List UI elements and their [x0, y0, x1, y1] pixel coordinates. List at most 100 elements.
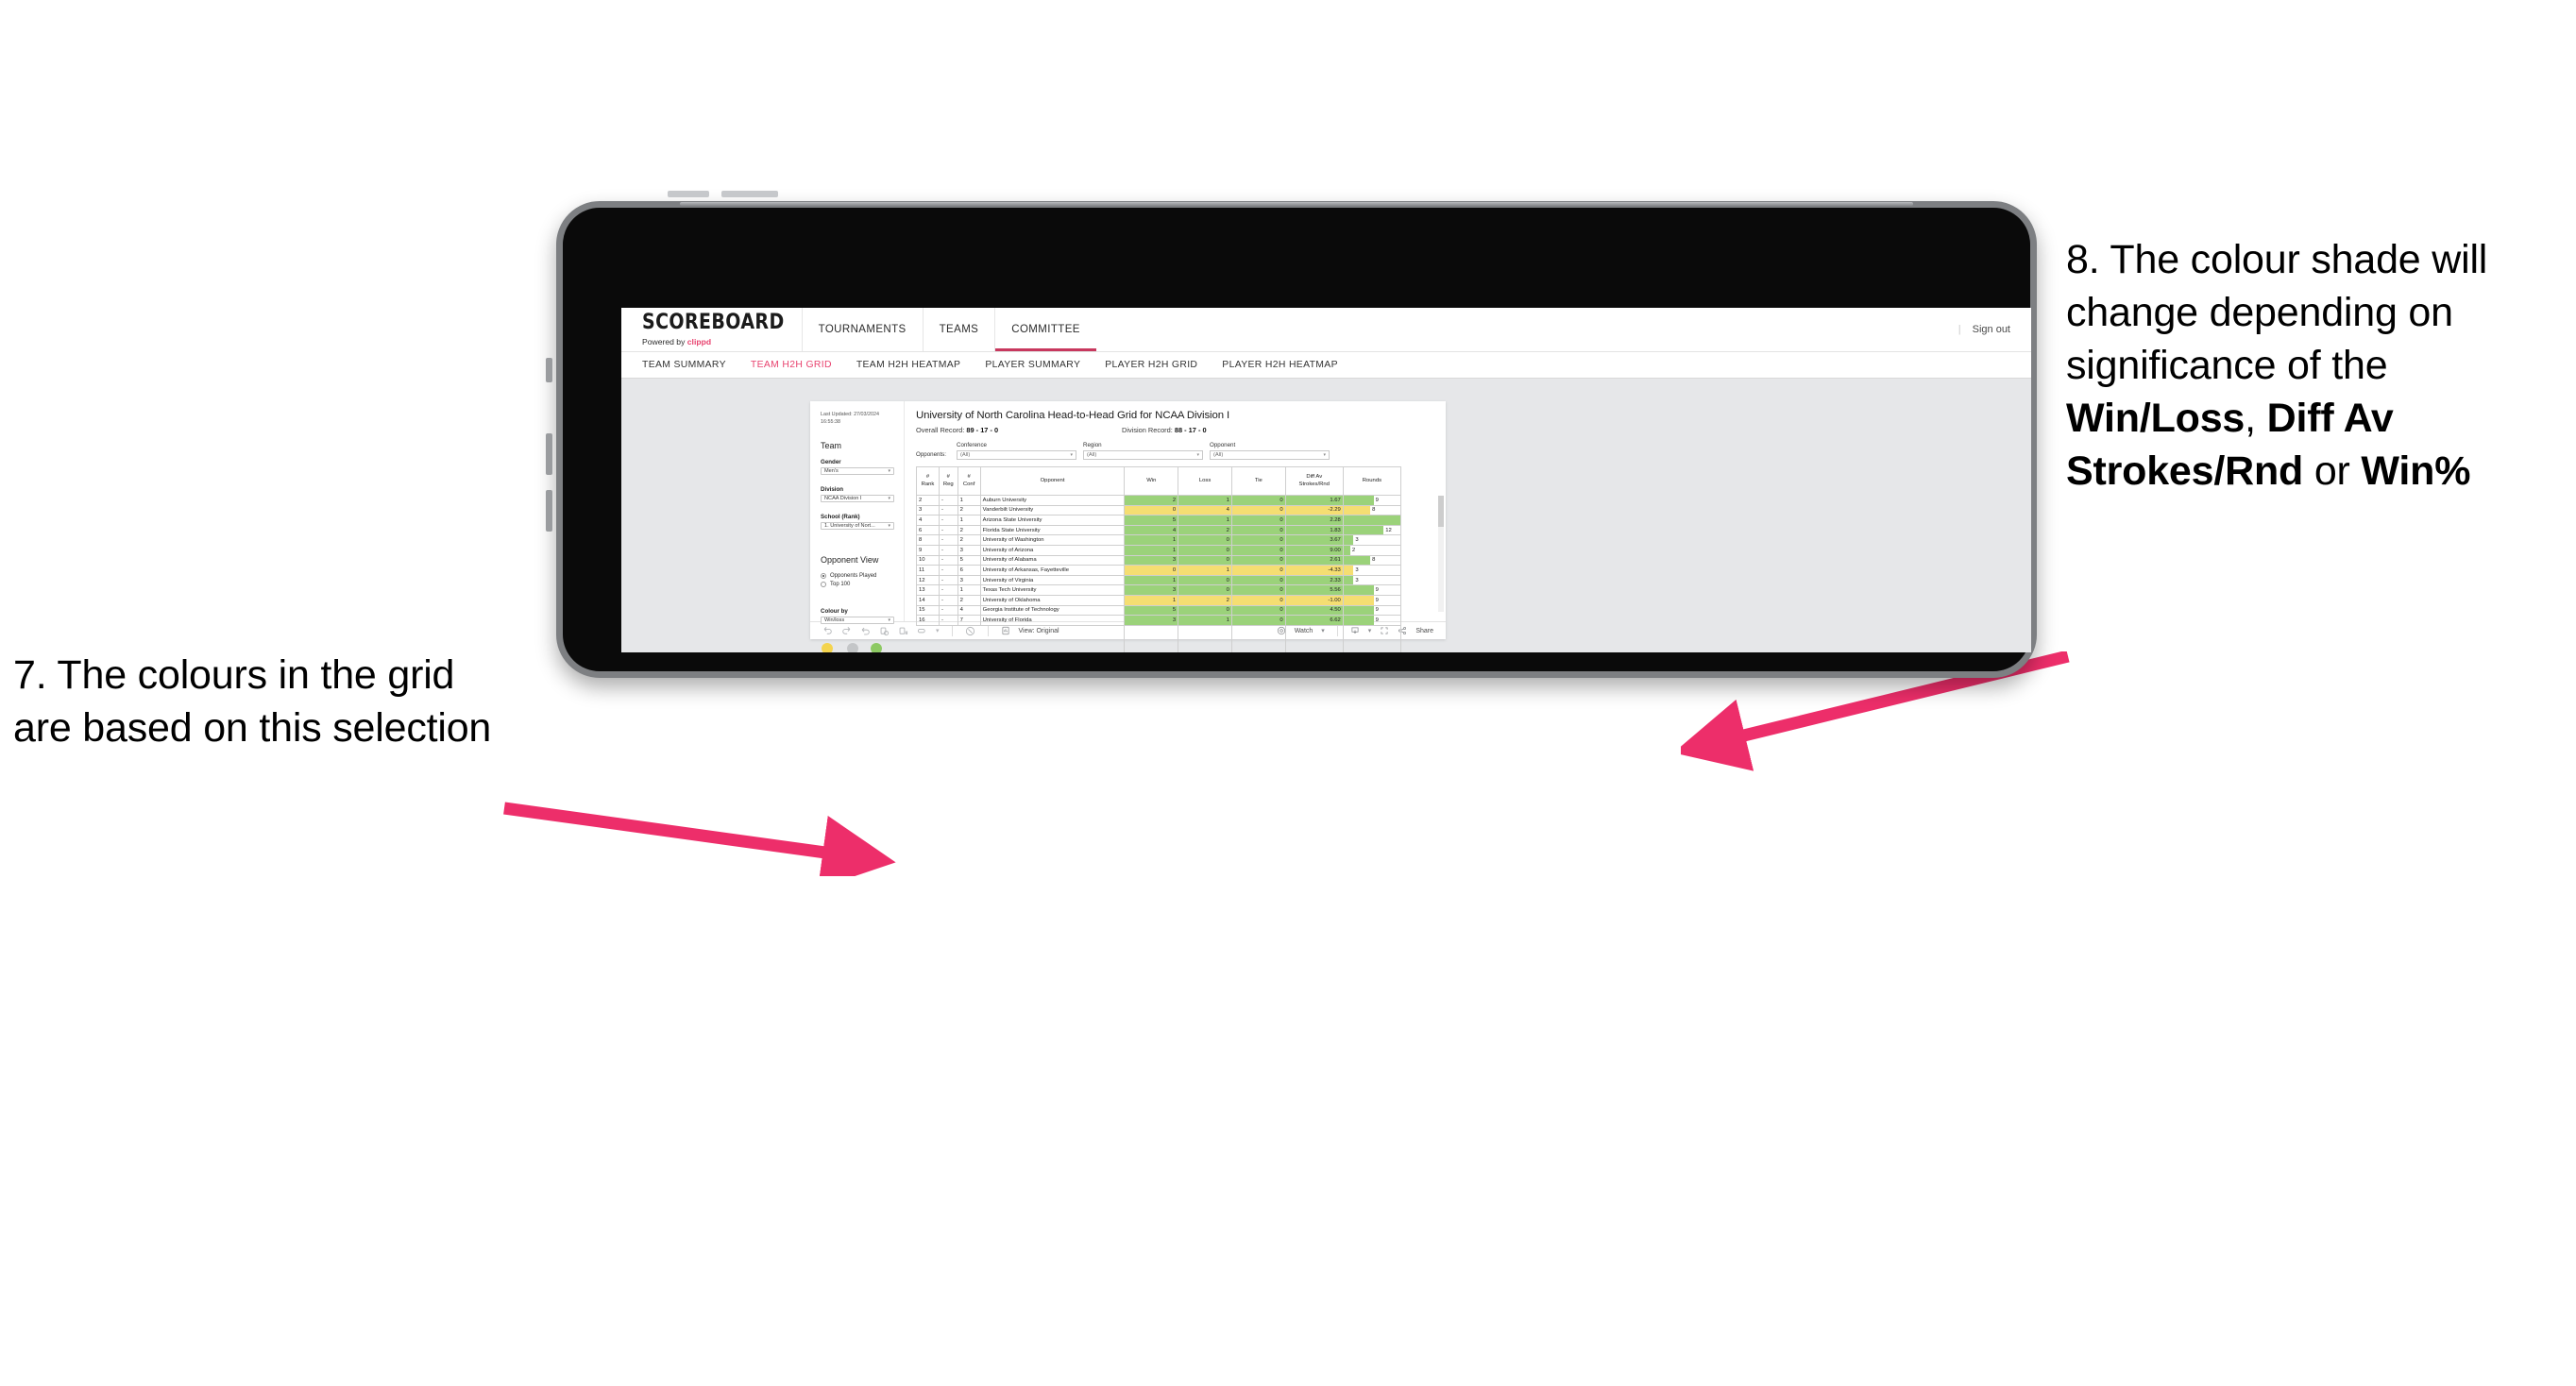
cell-opponent: University of Arkansas, Fayetteville	[979, 565, 1126, 576]
tab-team-h2h-grid[interactable]: TEAM H2H GRID	[751, 360, 832, 370]
cell-diff-av-strokes: 5.56	[1284, 584, 1344, 596]
cell-tie: 0	[1230, 524, 1286, 536]
filter-conference-select[interactable]: (All) ▾	[957, 450, 1076, 460]
table-spacer-cell	[916, 624, 940, 652]
table-vertical-scrollbar[interactable]	[1438, 496, 1444, 612]
tab-team-h2h-heatmap[interactable]: TEAM H2H HEATMAP	[856, 360, 960, 370]
division-select[interactable]: NCAA Division I ▾	[821, 494, 894, 502]
cell-rank: 4	[916, 515, 940, 526]
opponents-label: Opponents:	[916, 451, 946, 458]
scrollbar-thumb[interactable]	[1438, 496, 1444, 527]
table-spacer-cell	[1230, 624, 1286, 652]
cell-tie: 0	[1230, 594, 1286, 606]
revert-icon[interactable]	[860, 626, 871, 636]
radio-label-top-100: Top 100	[830, 581, 851, 587]
nav-item-tournaments[interactable]: TOURNAMENTS	[803, 308, 923, 351]
school-rank-label: School (Rank)	[821, 513, 860, 520]
filter-region-select[interactable]: (All) ▾	[1083, 450, 1203, 460]
tab-player-h2h-grid[interactable]: PLAYER H2H GRID	[1105, 360, 1197, 370]
nav-item-committee[interactable]: COMMITTEE	[995, 308, 1096, 351]
sign-out-link[interactable]: Sign out	[1973, 324, 2010, 335]
pause-icon[interactable]	[898, 626, 908, 636]
cell-win: 0	[1124, 504, 1179, 516]
chevron-down-icon: ▾	[1323, 452, 1326, 458]
cell-rounds: 3	[1342, 565, 1402, 576]
cell-reg: -	[939, 554, 958, 566]
school-rank-select[interactable]: 1. University of Nort... ▾	[821, 521, 894, 530]
tablet-device: SCOREBOARD Powered by clippd TOURNAMENTS…	[546, 191, 2037, 678]
cell-rank: 6	[916, 524, 940, 536]
tab-player-summary[interactable]: PLAYER SUMMARY	[985, 360, 1080, 370]
legend-item-level: Level	[846, 642, 859, 652]
app-logo[interactable]: SCOREBOARD Powered by clippd	[621, 308, 802, 351]
cell-conf: 4	[957, 604, 981, 617]
opponent-filters: Opponents: Conference (All) ▾ Region (Al…	[916, 442, 1435, 460]
table-row[interactable]: 15-4 Georgia Institute of Technology 5 0 0 4.…	[916, 604, 1402, 617]
cell-rounds: 8	[1342, 504, 1402, 516]
top-navigation-bar: SCOREBOARD Powered by clippd TOURNAMENTS…	[621, 308, 2031, 352]
table-row[interactable]: 6-2 Florida State University 4 2 0 1.83 12	[916, 524, 1402, 536]
col-rounds: Rounds	[1342, 466, 1402, 496]
table-row[interactable]: 16-7 University of Florida 3 1 0 6.62 9	[916, 615, 1402, 626]
sub-navigation-bar: TEAM SUMMARY TEAM H2H GRID TEAM H2H HEAT…	[621, 352, 2031, 379]
cell-diff-av-strokes: 1.83	[1284, 524, 1344, 536]
top-nav-right-group: | Sign out	[1958, 308, 2031, 351]
tab-player-h2h-heatmap[interactable]: PLAYER H2H HEATMAP	[1222, 360, 1338, 370]
division-record: Division Record: 88 - 17 - 0	[1122, 426, 1207, 434]
gender-select[interactable]: Men's ▾	[821, 466, 894, 475]
cell-win: 3	[1124, 554, 1179, 566]
table-row[interactable]: 10-5 University of Alabama 3 0 0 2.61 8	[916, 554, 1402, 566]
cell-loss: 0	[1178, 604, 1232, 617]
annotation-7-arrow	[503, 802, 896, 876]
chevron-down-icon: ▾	[1196, 452, 1199, 458]
table-row[interactable]: 8-2 University of Washington 1 0 0 3.67 3	[916, 534, 1402, 546]
table-row[interactable]: 11-6 University of Arkansas, Fayetteville…	[916, 565, 1402, 576]
filter-conference: Conference (All) ▾	[957, 442, 1076, 460]
cell-rounds: 9	[1342, 584, 1402, 596]
nav-item-teams[interactable]: TEAMS	[924, 308, 995, 351]
chevron-down-icon: ▾	[888, 495, 890, 501]
division-record-label: Division Record:	[1122, 426, 1173, 434]
cell-diff-av-strokes: 2.61	[1284, 554, 1344, 566]
radio-opponents-played[interactable]: Opponents Played	[821, 572, 894, 579]
refresh-icon[interactable]	[879, 626, 890, 636]
table-row[interactable]: 4-1Arizona State University5102.2817	[916, 515, 1402, 526]
table-spacer-cell	[1284, 624, 1344, 652]
h2h-table-wrapper: # Rank # Reg # Conf Opponent Win Loss Tie D…	[916, 466, 1444, 652]
filter-region-value: (All)	[1087, 452, 1097, 458]
cell-opponent: University of Oklahoma	[979, 594, 1126, 606]
table-row[interactable]: 2-1 Auburn University 2 1 0 1.67 9	[916, 495, 1402, 506]
cell-loss: 0	[1178, 554, 1232, 566]
tab-team-summary[interactable]: TEAM SUMMARY	[642, 360, 726, 370]
cell-reg: -	[939, 534, 958, 546]
cell-tie: 0	[1230, 565, 1286, 576]
cell-diff-av-strokes: 4.50	[1284, 604, 1344, 617]
cell-conf: 1	[957, 584, 981, 596]
cell-opponent: University of Arizona	[979, 544, 1126, 556]
cell-loss: 0	[1178, 574, 1232, 586]
cell-rounds: 9	[1342, 604, 1402, 617]
redo-icon[interactable]	[841, 626, 852, 636]
cell-tie: 0	[1230, 615, 1286, 626]
table-row[interactable]: 12-3 University of Virginia 1 0 0 2.33 3	[916, 574, 1402, 586]
cell-loss: 2	[1178, 524, 1232, 536]
cell-win: 1	[1124, 544, 1179, 556]
legend-item-down: Down	[821, 642, 835, 652]
undo-icon[interactable]	[822, 626, 833, 636]
cell-reg: -	[939, 584, 958, 596]
h2h-grid-table: # Rank # Reg # Conf Opponent Win Loss Tie D…	[916, 466, 1402, 652]
radio-top-100[interactable]: Top 100	[821, 581, 894, 587]
table-row[interactable]: 14-2 University of Oklahoma 1 2 0 -1.00 9	[916, 594, 1402, 606]
col-diff-av-strokes: Diff Av Strokes/Rnd	[1284, 466, 1344, 496]
nav-separator-pipe: |	[1957, 324, 1961, 335]
screenshot-root: 7. The colours in the grid are based on …	[0, 0, 2576, 1386]
table-row[interactable]: 9-3 University of Arizona 1 0 0 9.00 2	[916, 544, 1402, 556]
table-row[interactable]: 3-2 Vanderbilt University 0 4 0 -2.29 8	[916, 504, 1402, 516]
cell-win: 4	[1124, 524, 1179, 536]
colour-by-select[interactable]: Win/loss ▾	[821, 616, 894, 624]
colour-by-label: Colour by	[821, 607, 848, 615]
table-row[interactable]: 13-1 Texas Tech University 3 0 0 5.56 9	[916, 584, 1402, 596]
filter-opponent-select[interactable]: (All) ▾	[1210, 450, 1330, 460]
table-spacer-cell	[939, 624, 958, 652]
cell-opponent: Florida State University	[979, 524, 1126, 536]
